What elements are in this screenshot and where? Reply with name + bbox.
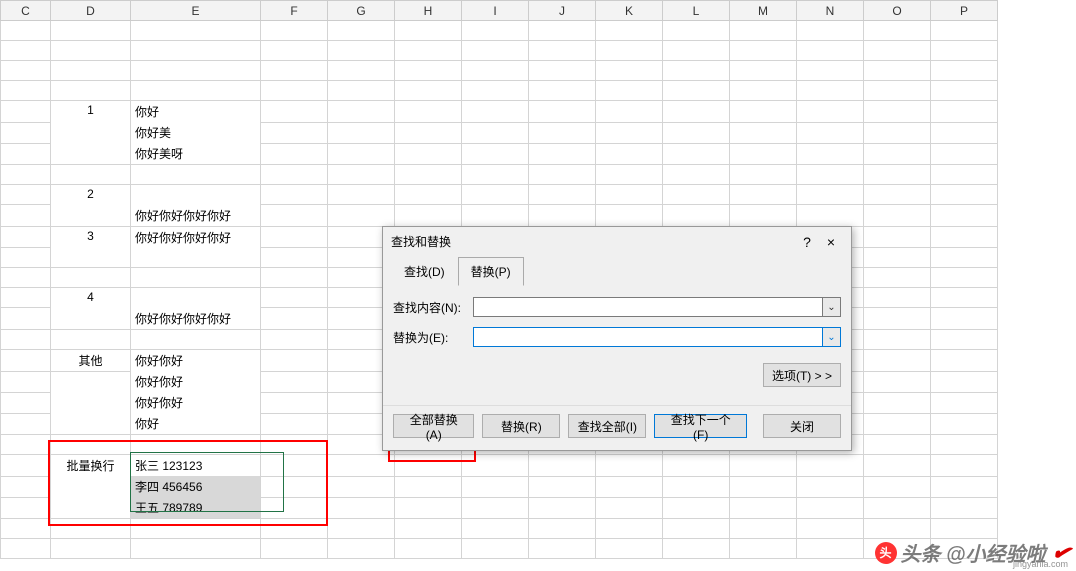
dialog-tabs: 查找(D) 替换(P) <box>383 256 851 285</box>
close-icon[interactable]: × <box>819 234 843 250</box>
col-header[interactable]: E <box>131 1 261 21</box>
replace-dropdown-icon[interactable]: ⌄ <box>823 327 841 347</box>
tab-find[interactable]: 查找(D) <box>391 257 458 286</box>
cell[interactable]: 其他 <box>51 349 131 371</box>
col-header[interactable]: P <box>931 1 998 21</box>
col-header[interactable]: J <box>529 1 596 21</box>
cell-selected[interactable]: 王五 789789 <box>131 497 261 519</box>
cell[interactable]: 你好你好 <box>131 349 261 371</box>
find-replace-dialog: 查找和替换 ? × 查找(D) 替换(P) 查找内容(N): ⌄ 替换为(E):… <box>382 226 852 451</box>
col-header[interactable]: M <box>730 1 797 21</box>
column-header-row: C D E F G H I J K L M N O P <box>1 1 998 21</box>
find-all-button[interactable]: 查找全部(I) <box>568 414 646 438</box>
cell[interactable]: 1 <box>51 101 131 165</box>
cell[interactable]: 你好你好 <box>131 371 261 392</box>
cell-selected[interactable]: 李四 456456 <box>131 476 261 497</box>
replace-input[interactable] <box>473 327 823 347</box>
cell[interactable]: 4 <box>51 288 131 330</box>
col-header[interactable]: C <box>1 1 51 21</box>
replace-label: 替换为(E): <box>393 329 473 346</box>
cell[interactable]: 你好 <box>131 413 261 435</box>
col-header[interactable]: D <box>51 1 131 21</box>
cell[interactable]: 你好你好 <box>131 392 261 413</box>
col-header[interactable]: N <box>797 1 864 21</box>
col-header[interactable]: L <box>663 1 730 21</box>
col-header[interactable]: O <box>864 1 931 21</box>
watermark-sub: jingyanla.com <box>1013 559 1068 569</box>
cell[interactable]: 你好美 <box>131 122 261 143</box>
replace-button[interactable]: 替换(R) <box>482 414 560 438</box>
cell-selected[interactable]: 张三 123123 <box>131 455 261 477</box>
tab-replace[interactable]: 替换(P) <box>458 257 524 286</box>
cell[interactable]: 批量换行 <box>51 455 131 519</box>
checkmark-icon: ✔ <box>1049 538 1072 567</box>
close-button[interactable]: 关闭 <box>763 414 841 438</box>
cell[interactable]: 2 <box>51 185 131 227</box>
col-header[interactable]: K <box>596 1 663 21</box>
cell[interactable]: 3 <box>51 226 131 268</box>
find-input[interactable] <box>473 297 823 317</box>
cell[interactable]: 你好你好你好你好 <box>131 308 261 330</box>
find-dropdown-icon[interactable]: ⌄ <box>823 297 841 317</box>
replace-all-button[interactable]: 全部替换(A) <box>393 414 474 438</box>
cell[interactable]: 你好美呀 <box>131 143 261 165</box>
col-header[interactable]: G <box>328 1 395 21</box>
dialog-title: 查找和替换 <box>391 233 451 250</box>
options-button[interactable]: 选项(T) > > <box>763 363 841 387</box>
cell[interactable]: 你好你好你好你好 <box>131 205 261 227</box>
cell[interactable]: 你好你好你好你好 <box>131 226 261 248</box>
col-header[interactable]: H <box>395 1 462 21</box>
help-icon[interactable]: ? <box>795 234 819 250</box>
col-header[interactable]: I <box>462 1 529 21</box>
dialog-titlebar[interactable]: 查找和替换 ? × <box>383 227 851 256</box>
cell[interactable]: 你好 <box>131 101 261 123</box>
find-label: 查找内容(N): <box>393 299 473 316</box>
col-header[interactable]: F <box>261 1 328 21</box>
find-next-button[interactable]: 查找下一个(F) <box>654 414 747 438</box>
